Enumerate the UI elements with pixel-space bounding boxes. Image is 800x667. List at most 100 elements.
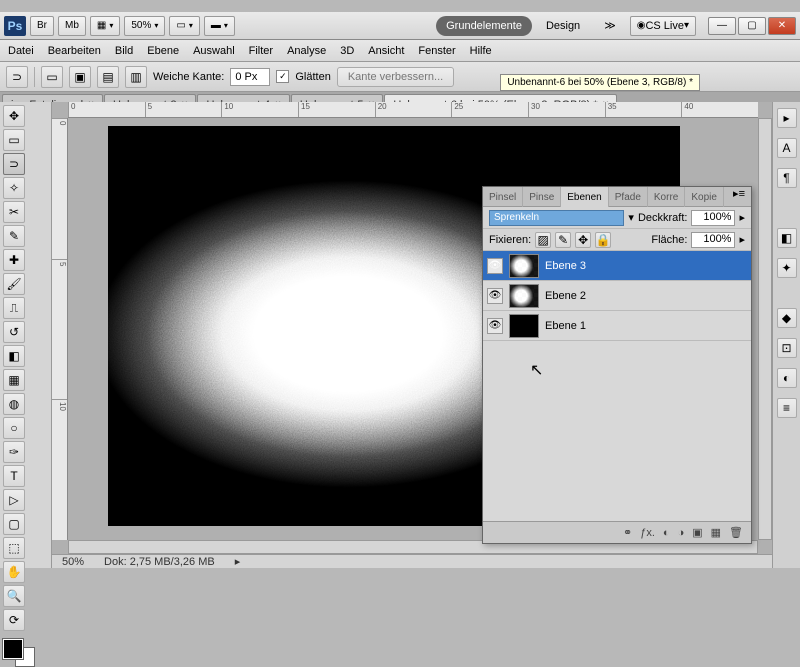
adjustment-layer-icon[interactable]: ◑ bbox=[678, 527, 685, 539]
bridge-button[interactable]: Br bbox=[30, 16, 54, 36]
status-arrow[interactable]: ▸ bbox=[235, 555, 241, 568]
antialias-checkbox[interactable]: ✓ bbox=[276, 70, 289, 83]
new-layer-icon[interactable]: ▦ bbox=[711, 526, 721, 539]
panel-tab-ebenen[interactable]: Ebenen bbox=[561, 187, 608, 207]
panel-tab-pfade[interactable]: Pfade bbox=[609, 187, 648, 207]
workspace-more[interactable]: ≫ bbox=[594, 16, 626, 36]
dock-expand-icon[interactable]: ▸ bbox=[777, 108, 797, 128]
hand-tool[interactable]: ✋ bbox=[3, 561, 25, 583]
blend-mode-select[interactable]: Sprenkeln bbox=[489, 210, 624, 226]
visibility-icon[interactable]: 👁 bbox=[487, 258, 503, 274]
panel-tab-pinse[interactable]: Pinse bbox=[523, 187, 561, 207]
stamp-tool[interactable]: ⎍ bbox=[3, 297, 25, 319]
layers-panel-icon[interactable]: ◆ bbox=[777, 308, 797, 328]
panel-tab-korre[interactable]: Korre bbox=[648, 187, 685, 207]
scrollbar-vertical[interactable] bbox=[758, 118, 772, 540]
styles-panel-icon[interactable]: ✦ bbox=[777, 258, 797, 278]
cslive-button[interactable]: ◉ CS Live ▾ bbox=[630, 16, 696, 36]
lasso-tool[interactable]: ⊃ bbox=[3, 153, 25, 175]
panel-tab-kopie[interactable]: Kopie bbox=[685, 187, 724, 207]
paths-panel-icon[interactable]: ◐ bbox=[777, 368, 797, 388]
lock-transparent-icon[interactable]: ▨ bbox=[535, 232, 551, 248]
group-icon[interactable]: ▣ bbox=[692, 526, 702, 539]
mask-icon[interactable]: ◐ bbox=[663, 527, 670, 539]
fill-input[interactable]: 100% bbox=[691, 232, 735, 248]
menu-ansicht[interactable]: Ansicht bbox=[368, 45, 404, 57]
view-extras-dropdown[interactable]: ▦ bbox=[90, 16, 120, 36]
type-tool[interactable]: T bbox=[3, 465, 25, 487]
brush-tool[interactable]: 🖌 bbox=[3, 273, 25, 295]
arrange-dropdown[interactable]: ▭ bbox=[169, 16, 199, 36]
lock-pixels-icon[interactable]: ✎ bbox=[555, 232, 571, 248]
wand-tool[interactable]: ✧ bbox=[3, 177, 25, 199]
link-layers-icon[interactable]: ⚭ bbox=[623, 526, 632, 539]
maximize-button[interactable]: ▢ bbox=[738, 17, 766, 35]
add-selection-icon[interactable]: ▣ bbox=[69, 66, 91, 88]
lasso-tool-preset[interactable]: ⊃ bbox=[6, 66, 28, 88]
swatches-panel-icon[interactable]: ◧ bbox=[777, 228, 797, 248]
menu-fenster[interactable]: Fenster bbox=[418, 45, 455, 57]
eyedropper-tool[interactable]: ✎ bbox=[3, 225, 25, 247]
panel-menu-icon[interactable]: ▸≡ bbox=[727, 187, 751, 206]
layer-row[interactable]: 👁 Ebene 2 bbox=[483, 281, 751, 311]
layer-name[interactable]: Ebene 1 bbox=[545, 320, 586, 332]
status-zoom[interactable]: 50% bbox=[62, 556, 84, 568]
eraser-tool[interactable]: ◧ bbox=[3, 345, 25, 367]
screenmode-dropdown[interactable]: ▬ bbox=[204, 16, 235, 36]
fx-icon[interactable]: ƒx. bbox=[640, 527, 655, 539]
opacity-input[interactable]: 100% bbox=[691, 210, 735, 226]
shape-tool[interactable]: ▢ bbox=[3, 513, 25, 535]
delete-layer-icon[interactable]: 🗑 bbox=[729, 526, 743, 539]
status-doc[interactable]: Dok: 2,75 MB/3,26 MB bbox=[104, 556, 215, 568]
zoom-tool[interactable]: 🔍 bbox=[3, 585, 25, 607]
panel-tab-pinsel[interactable]: Pinsel bbox=[483, 187, 523, 207]
adjustments-panel-icon[interactable]: ≡ bbox=[777, 398, 797, 418]
minibridge-button[interactable]: Mb bbox=[58, 16, 86, 36]
blur-tool[interactable]: ◍ bbox=[3, 393, 25, 415]
layer-thumbnail[interactable] bbox=[509, 314, 539, 338]
subtract-selection-icon[interactable]: ▤ bbox=[97, 66, 119, 88]
layer-row[interactable]: 👁 Ebene 1 bbox=[483, 311, 751, 341]
channels-panel-icon[interactable]: ⊡ bbox=[777, 338, 797, 358]
marquee-tool[interactable]: ▭ bbox=[3, 129, 25, 151]
crop-tool[interactable]: ✂ bbox=[3, 201, 25, 223]
menu-bearbeiten[interactable]: Bearbeiten bbox=[48, 45, 101, 57]
refine-edge-button[interactable]: Kante verbessern... bbox=[337, 67, 454, 87]
layer-name[interactable]: Ebene 2 bbox=[545, 290, 586, 302]
paragraph-panel-icon[interactable]: ¶ bbox=[777, 168, 797, 188]
color-swatches[interactable] bbox=[3, 639, 35, 667]
layer-name[interactable]: Ebene 3 bbox=[545, 260, 586, 272]
workspace-design[interactable]: Design bbox=[536, 16, 590, 36]
workspace-active[interactable]: Grundelemente bbox=[436, 16, 532, 36]
minimize-button[interactable]: — bbox=[708, 17, 736, 35]
close-button[interactable]: ✕ bbox=[768, 17, 796, 35]
menu-ebene[interactable]: Ebene bbox=[147, 45, 179, 57]
rotate-tool[interactable]: ⟳ bbox=[3, 609, 25, 631]
new-selection-icon[interactable]: ▭ bbox=[41, 66, 63, 88]
character-panel-icon[interactable]: A bbox=[777, 138, 797, 158]
menu-3d[interactable]: 3D bbox=[340, 45, 354, 57]
lock-all-icon[interactable]: 🔒 bbox=[595, 232, 611, 248]
fg-color[interactable] bbox=[3, 639, 23, 659]
dodge-tool[interactable]: ○ bbox=[3, 417, 25, 439]
layer-thumbnail[interactable] bbox=[509, 254, 539, 278]
menu-analyse[interactable]: Analyse bbox=[287, 45, 326, 57]
3d-tool[interactable]: ⬚ bbox=[3, 537, 25, 559]
history-brush-tool[interactable]: ↺ bbox=[3, 321, 25, 343]
move-tool[interactable]: ✥ bbox=[3, 105, 25, 127]
menu-auswahl[interactable]: Auswahl bbox=[193, 45, 235, 57]
feather-input[interactable]: 0 Px bbox=[230, 68, 270, 86]
path-tool[interactable]: ▷ bbox=[3, 489, 25, 511]
layer-row[interactable]: 👁 Ebene 3 bbox=[483, 251, 751, 281]
intersect-selection-icon[interactable]: ▥ bbox=[125, 66, 147, 88]
gradient-tool[interactable]: ▦ bbox=[3, 369, 25, 391]
pen-tool[interactable]: ✑ bbox=[3, 441, 25, 463]
menu-datei[interactable]: Datei bbox=[8, 45, 34, 57]
visibility-icon[interactable]: 👁 bbox=[487, 288, 503, 304]
layer-thumbnail[interactable] bbox=[509, 284, 539, 308]
zoom-dropdown[interactable]: 50% bbox=[124, 16, 165, 36]
menu-hilfe[interactable]: Hilfe bbox=[470, 45, 492, 57]
menu-bild[interactable]: Bild bbox=[115, 45, 133, 57]
menu-filter[interactable]: Filter bbox=[249, 45, 273, 57]
visibility-icon[interactable]: 👁 bbox=[487, 318, 503, 334]
